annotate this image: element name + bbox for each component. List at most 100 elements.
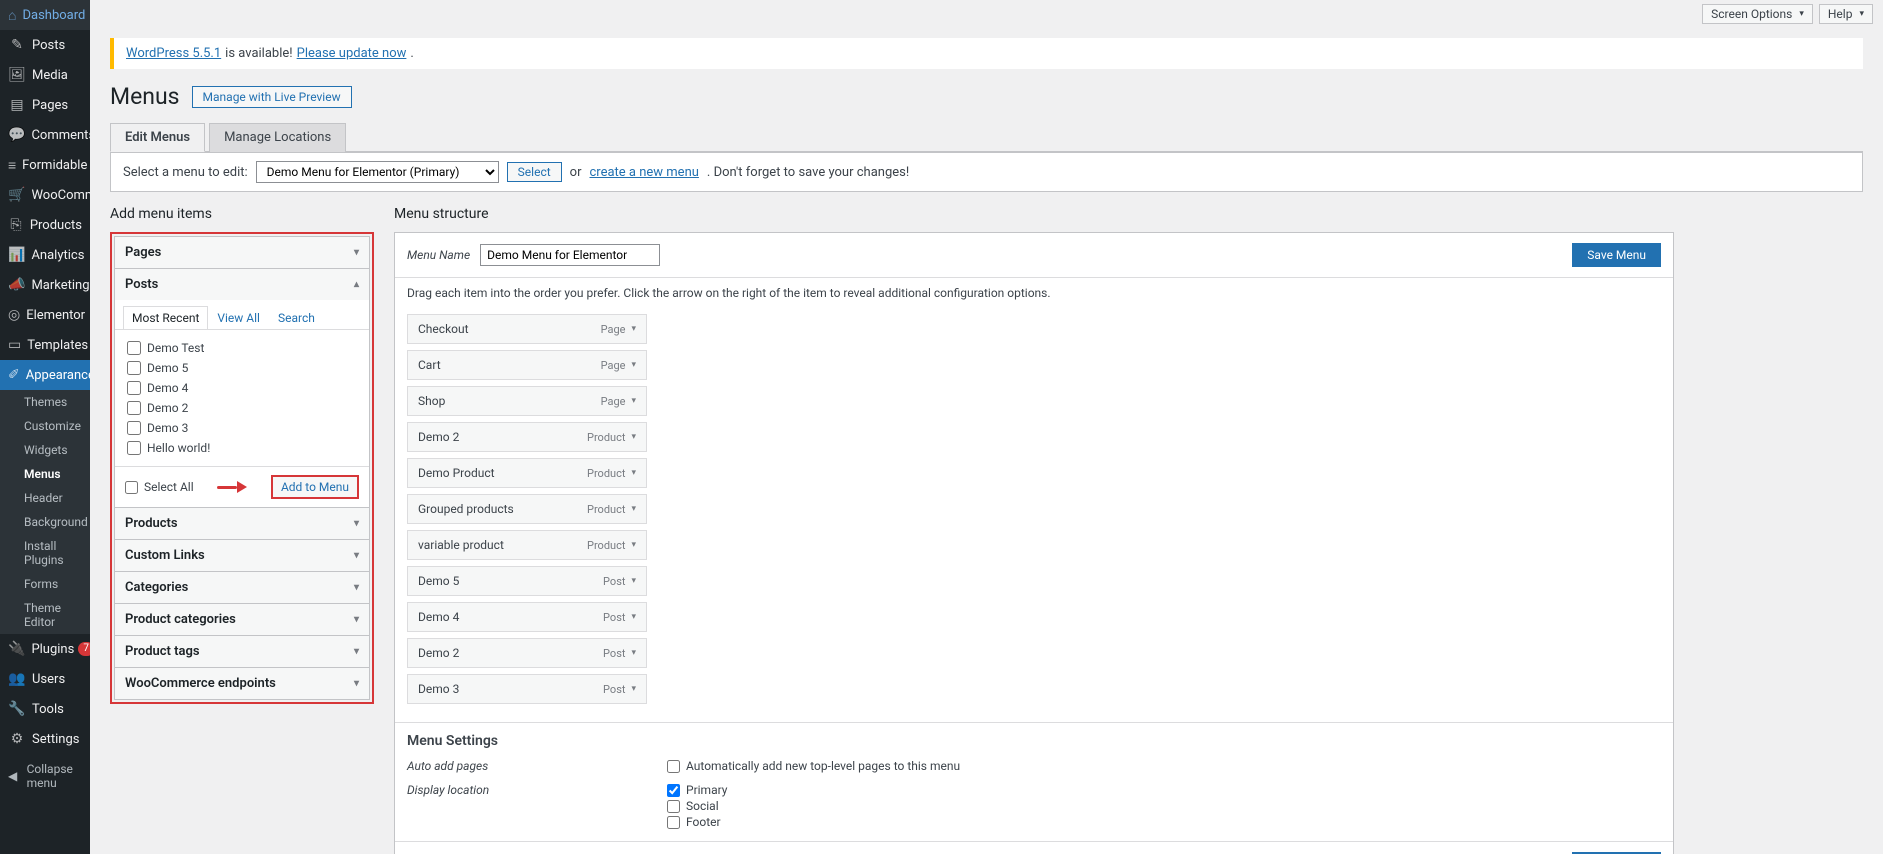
checklist-checkbox[interactable] — [127, 421, 141, 435]
inner-tab-all[interactable]: View All — [208, 306, 269, 329]
submenu-item-header[interactable]: Header — [0, 486, 90, 510]
acc-custom-links[interactable]: Custom Links▾ — [115, 539, 369, 571]
menu-select-dropdown[interactable]: Demo Menu for Elementor (Primary) — [256, 161, 499, 183]
menu-structure-item[interactable]: Demo 4Post — [407, 602, 647, 632]
menu-item-type: Post — [603, 683, 636, 696]
submenu-item-theme-editor[interactable]: Theme Editor — [0, 596, 90, 634]
sidebar-item-label: Formidable — [22, 158, 87, 173]
sidebar-item-comments[interactable]: 💬Comments — [0, 120, 90, 150]
submenu-item-background[interactable]: Background — [0, 510, 90, 534]
sidebar-item-posts[interactable]: ✎Posts — [0, 30, 90, 60]
wp-version-link[interactable]: WordPress 5.5.1 — [126, 46, 221, 61]
tab-edit-menus[interactable]: Edit Menus — [110, 123, 205, 152]
sidebar-item-pages[interactable]: ▤Pages — [0, 90, 90, 120]
checklist-checkbox[interactable] — [127, 381, 141, 395]
sidebar-item-templates[interactable]: ▭Templates — [0, 330, 90, 360]
location-footer-checkbox[interactable]: Footer — [667, 815, 727, 829]
location-social-checkbox[interactable]: Social — [667, 799, 727, 813]
submenu-item-install-plugins[interactable]: Install Plugins — [0, 534, 90, 572]
acc-woo-endpoints[interactable]: WooCommerce endpoints▾ — [115, 667, 369, 699]
checklist-item[interactable]: Demo 2 — [127, 398, 357, 418]
checklist-checkbox[interactable] — [127, 401, 141, 415]
media-icon: 🖼 — [8, 66, 26, 84]
menu-structure-item[interactable]: CartPage — [407, 350, 647, 380]
acc-pages[interactable]: Pages ▾ — [115, 237, 369, 268]
checklist-item[interactable]: Demo 5 — [127, 358, 357, 378]
menu-structure-item[interactable]: variable productProduct — [407, 530, 647, 560]
inner-tab-search[interactable]: Search — [269, 306, 324, 329]
sidebar-item-label: Plugins — [31, 642, 74, 657]
checklist-item[interactable]: Hello world! — [127, 438, 357, 458]
top-bar: Screen Options Help — [90, 0, 1883, 28]
save-menu-button-top[interactable]: Save Menu — [1572, 243, 1661, 267]
caret-down-icon: ▾ — [354, 614, 359, 625]
select-menu-label: Select a menu to edit: — [123, 165, 248, 180]
menu-item-type: Post — [603, 647, 636, 660]
sidebar-item-label: Marketing — [31, 278, 89, 293]
sidebar-item-tools[interactable]: 🔧Tools — [0, 694, 90, 724]
live-preview-button[interactable]: Manage with Live Preview — [192, 86, 352, 108]
help-button[interactable]: Help — [1819, 4, 1873, 24]
inner-tab-recent[interactable]: Most Recent — [123, 306, 208, 329]
caret-down-icon: ▾ — [354, 582, 359, 593]
acc-product-categories[interactable]: Product categories▾ — [115, 603, 369, 635]
select-all-input[interactable] — [125, 481, 138, 494]
menu-structure-item[interactable]: Grouped productsProduct — [407, 494, 647, 524]
sidebar-item-plugins[interactable]: 🔌Plugins7 — [0, 634, 90, 664]
acc-custom-links-label: Custom Links — [125, 548, 205, 563]
update-now-link[interactable]: Please update now — [297, 46, 407, 61]
sidebar-item-users[interactable]: 👥Users — [0, 664, 90, 694]
sidebar-item-woocommerce[interactable]: 🛒WooCommerce — [0, 180, 90, 210]
submenu-item-menus[interactable]: Menus — [0, 462, 90, 486]
tab-manage-locations[interactable]: Manage Locations — [209, 123, 346, 152]
checklist-label: Demo 5 — [147, 361, 188, 375]
menu-structure-item[interactable]: Demo ProductProduct — [407, 458, 647, 488]
screen-options-button[interactable]: Screen Options — [1702, 4, 1813, 24]
menu-structure-item[interactable]: CheckoutPage — [407, 314, 647, 344]
auto-add-pages-checkbox[interactable]: Automatically add new top-level pages to… — [667, 759, 960, 773]
sidebar-item-elementor[interactable]: ◎Elementor — [0, 300, 90, 330]
menu-structure-item[interactable]: Demo 3Post — [407, 674, 647, 704]
menu-structure-item[interactable]: Demo 5Post — [407, 566, 647, 596]
submenu-item-customize[interactable]: Customize — [0, 414, 90, 438]
menu-name-input[interactable] — [480, 244, 660, 266]
tools-icon: 🔧 — [8, 700, 26, 718]
sidebar-item-dashboard[interactable]: ⌂Dashboard — [0, 0, 90, 30]
marketing-icon: 📣 — [8, 276, 25, 294]
sidebar-item-analytics[interactable]: 📊Analytics — [0, 240, 90, 270]
menu-structure-item[interactable]: Demo 2Product — [407, 422, 647, 452]
menu-structure-item[interactable]: Demo 2Post — [407, 638, 647, 668]
submenu-item-forms[interactable]: Forms — [0, 572, 90, 596]
sidebar-item-marketing[interactable]: 📣 Marketing — [0, 270, 90, 300]
acc-posts-body: Most Recent View All Search Demo Test Dem… — [115, 300, 369, 507]
acc-posts-label: Posts — [125, 277, 158, 292]
checklist-label: Demo 2 — [147, 401, 188, 415]
sidebar-item-appearance[interactable]: ✐Appearance — [0, 360, 90, 390]
acc-products[interactable]: Products▾ — [115, 507, 369, 539]
select-button[interactable]: Select — [507, 162, 562, 182]
collapse-menu-button[interactable]: ◀ Collapse menu — [0, 754, 90, 798]
checklist-checkbox[interactable] — [127, 441, 141, 455]
checklist-item[interactable]: Demo 3 — [127, 418, 357, 438]
sidebar-item-settings[interactable]: ⚙Settings — [0, 724, 90, 754]
acc-posts[interactable]: Posts ▴ — [115, 268, 369, 300]
admin-sidebar: ⌂Dashboard✎Posts🖼Media▤Pages💬Comments≡Fo… — [0, 0, 90, 854]
acc-categories[interactable]: Categories▾ — [115, 571, 369, 603]
create-new-menu-link[interactable]: create a new menu — [589, 165, 698, 180]
checklist-item[interactable]: Demo Test — [127, 338, 357, 358]
add-to-menu-button[interactable]: Add to Menu — [271, 475, 359, 499]
checklist-item[interactable]: Demo 4 — [127, 378, 357, 398]
checklist-checkbox[interactable] — [127, 341, 141, 355]
submenu-item-widgets[interactable]: Widgets — [0, 438, 90, 462]
menu-structure-box: Menu Name Save Menu Drag each item into … — [394, 232, 1674, 854]
select-all-checkbox[interactable]: Select All — [125, 480, 194, 494]
sidebar-item-products[interactable]: ⎘Products — [0, 210, 90, 240]
sidebar-item-media[interactable]: 🖼Media — [0, 60, 90, 90]
location-primary-checkbox[interactable]: Primary — [667, 783, 727, 797]
users-icon: 👥 — [8, 670, 26, 688]
menu-structure-item[interactable]: ShopPage — [407, 386, 647, 416]
checklist-checkbox[interactable] — [127, 361, 141, 375]
sidebar-item-formidable[interactable]: ≡Formidable — [0, 150, 90, 180]
submenu-item-themes[interactable]: Themes — [0, 390, 90, 414]
acc-product-tags[interactable]: Product tags▾ — [115, 635, 369, 667]
